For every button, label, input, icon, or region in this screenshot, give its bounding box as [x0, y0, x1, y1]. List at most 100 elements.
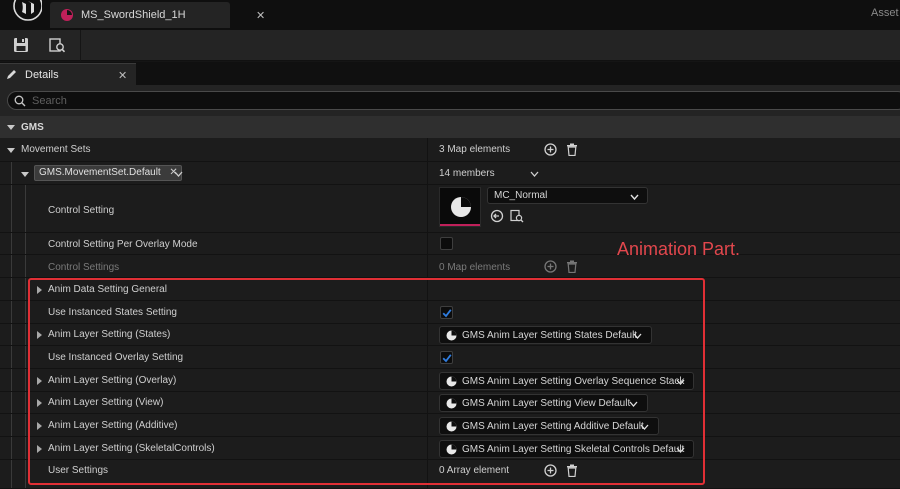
search-box[interactable] [7, 91, 900, 110]
asset-tab[interactable]: MS_SwordShield_1H ✕ [50, 2, 265, 28]
category-gms[interactable]: GMS [0, 116, 900, 138]
arrow-down-icon[interactable] [21, 170, 29, 178]
column-divider [427, 460, 428, 488]
details-tab[interactable]: Details ✕ [0, 63, 136, 85]
indent-guide [25, 346, 26, 368]
indent-guide [25, 324, 26, 345]
anim-layer-overlay-value: GMS Anim Layer Setting Overlay Sequence … [462, 376, 685, 387]
arrow-right-icon[interactable] [35, 399, 43, 407]
plus-circle-icon[interactable] [544, 143, 557, 156]
browse-icon[interactable] [48, 36, 66, 54]
column-divider [427, 233, 428, 254]
map-key-tag[interactable]: GMS.MovementSet.Default ✕ [34, 165, 182, 181]
indent-guide [25, 233, 26, 254]
anim-layer-states-dropdown[interactable]: GMS Anim Layer Setting States Default [439, 326, 652, 344]
column-divider [427, 346, 428, 368]
indent-guide [11, 346, 12, 368]
anim-layer-skeletal-label: Anim Layer Setting (SkeletalControls) [48, 443, 215, 454]
category-label: GMS [21, 122, 44, 133]
chevron-down-icon[interactable] [530, 170, 539, 178]
arrow-down-icon[interactable] [7, 146, 15, 154]
trash-icon[interactable] [566, 143, 578, 157]
row-user-settings: User Settings 0 Array element [0, 460, 900, 489]
use-instanced-overlay-checkbox[interactable] [440, 351, 453, 364]
row-anim-data-setting-general: Anim Data Setting General [0, 278, 900, 301]
chevron-down-icon [676, 446, 685, 453]
arrow-right-icon[interactable] [35, 377, 43, 385]
indent-guide [11, 414, 12, 436]
anim-layer-additive-label: Anim Layer Setting (Additive) [48, 420, 178, 431]
arrow-right-icon[interactable] [35, 331, 43, 339]
ue-logo-icon[interactable] [6, 0, 43, 22]
asset-picker[interactable]: MC_Normal [487, 187, 648, 204]
trash-icon[interactable] [566, 464, 578, 478]
pie-icon [446, 398, 457, 409]
control-settings-value: 0 Map elements [439, 262, 511, 273]
arrow-right-icon[interactable] [35, 445, 43, 453]
search-area [0, 85, 900, 116]
check-icon [442, 309, 452, 318]
plus-circle-icon[interactable] [544, 464, 557, 477]
anim-layer-view-dropdown[interactable]: GMS Anim Layer Setting View Default [439, 394, 648, 412]
column-divider [427, 162, 428, 184]
row-movement-set-entry: GMS.MovementSet.Default ✕ 14 members [0, 162, 900, 185]
column-divider [427, 301, 428, 323]
anim-layer-additive-dropdown[interactable]: GMS Anim Layer Setting Additive Default [439, 417, 659, 435]
indent-guide [25, 414, 26, 436]
toolbar [0, 30, 900, 61]
control-settings-label: Control Settings [48, 262, 120, 273]
trash-icon[interactable] [566, 260, 578, 274]
column-divider [427, 392, 428, 413]
indent-guide [11, 324, 12, 345]
save-icon[interactable] [12, 36, 30, 54]
plus-circle-icon[interactable] [544, 260, 557, 273]
anim-layer-view-label: Anim Layer Setting (View) [48, 397, 164, 408]
asset-thumbnail[interactable] [439, 187, 481, 227]
search-icon [14, 95, 26, 107]
indent-guide [25, 369, 26, 391]
indent-guide [25, 278, 26, 300]
browse-asset-icon[interactable] [510, 209, 524, 226]
anim-layer-states-value: GMS Anim Layer Setting States Default [462, 330, 638, 341]
column-divider [427, 138, 428, 161]
row-anim-layer-view: Anim Layer Setting (View) GMS Anim Layer… [0, 392, 900, 414]
user-settings-label: User Settings [48, 465, 109, 476]
chevron-down-icon[interactable] [174, 170, 183, 178]
row-control-settings: Control Settings 0 Map elements [0, 255, 900, 278]
chevron-down-icon [676, 378, 685, 385]
chevron-down-icon [633, 332, 642, 339]
column-divider [427, 278, 428, 300]
control-setting-per-overlay-label: Control Setting Per Overlay Mode [48, 239, 198, 250]
row-anim-layer-states: Anim Layer Setting (States) GMS Anim Lay… [0, 324, 900, 346]
arrow-down-icon[interactable] [7, 123, 15, 131]
column-divider [427, 437, 428, 459]
indent-guide [11, 369, 12, 391]
arrow-right-icon[interactable] [35, 286, 43, 294]
close-icon[interactable]: ✕ [256, 9, 265, 22]
anim-layer-additive-value: GMS Anim Layer Setting Additive Default [462, 421, 644, 432]
chevron-down-icon [640, 423, 649, 430]
anim-layer-overlay-dropdown[interactable]: GMS Anim Layer Setting Overlay Sequence … [439, 372, 694, 390]
use-instanced-states-label: Use Instanced States Setting [48, 307, 177, 318]
use-instanced-states-checkbox[interactable] [440, 306, 453, 319]
anim-layer-skeletal-dropdown[interactable]: GMS Anim Layer Setting Skeletal Controls… [439, 440, 694, 458]
row-anim-layer-overlay: Anim Layer Setting (Overlay) GMS Anim La… [0, 369, 900, 392]
arrow-right-icon[interactable] [35, 422, 43, 430]
indent-guide [25, 185, 26, 232]
user-settings-value: 0 Array element [439, 465, 510, 476]
use-selected-icon[interactable] [490, 209, 504, 226]
pie-icon [446, 421, 457, 432]
column-divider [427, 414, 428, 436]
row-anim-layer-additive: Anim Layer Setting (Additive) GMS Anim L… [0, 414, 900, 437]
chevron-down-icon [629, 400, 638, 407]
asset-type-bar [440, 224, 480, 226]
asset-tab-label: MS_SwordShield_1H [81, 9, 186, 21]
indent-guide [25, 392, 26, 413]
close-icon[interactable]: ✕ [118, 69, 127, 82]
movement-sets-label: Movement Sets [21, 144, 91, 155]
indent-guide [11, 255, 12, 277]
search-input[interactable] [32, 93, 432, 108]
indent-guide [25, 437, 26, 459]
control-setting-per-overlay-checkbox[interactable] [440, 237, 453, 250]
asset-menu-label[interactable]: Asset [871, 7, 899, 19]
